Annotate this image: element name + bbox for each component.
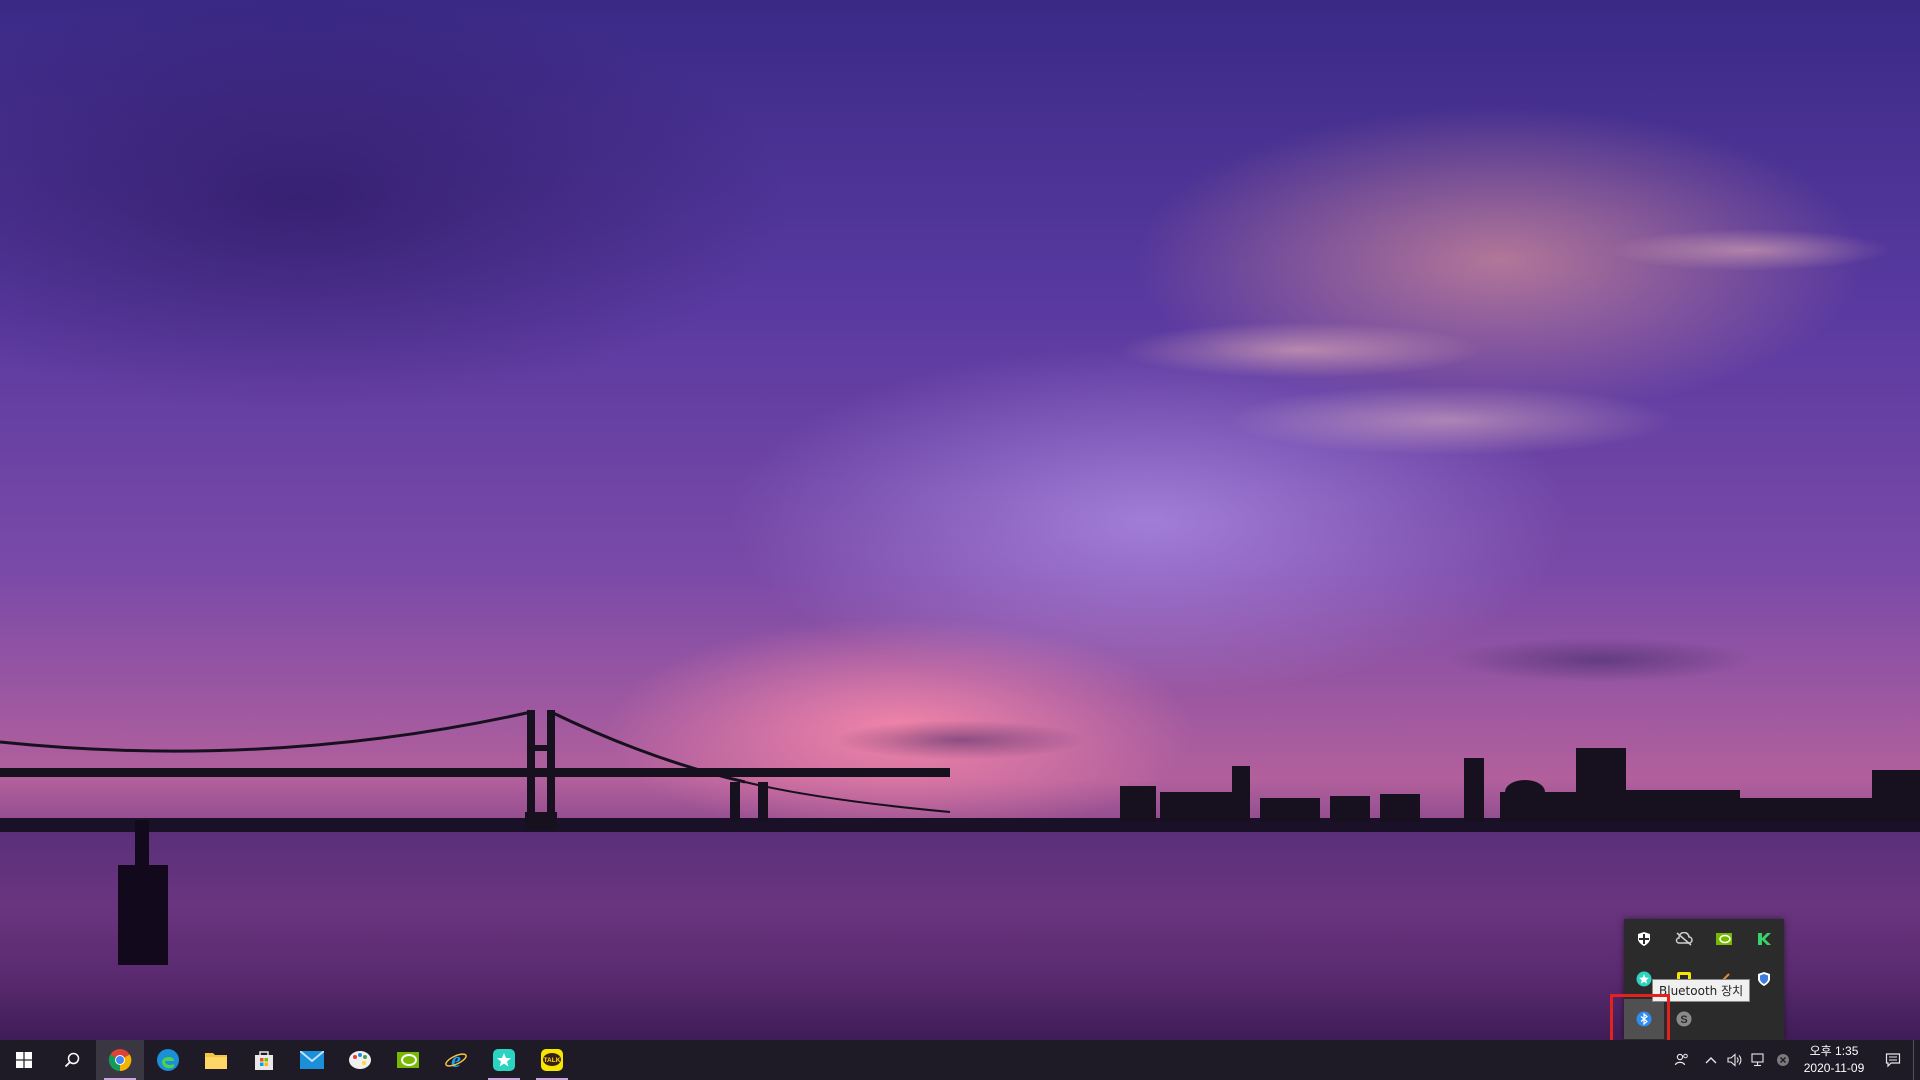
mail-icon xyxy=(300,1051,324,1069)
chrome-icon xyxy=(108,1049,132,1072)
kakaotalk-label: TALK xyxy=(544,1057,561,1064)
kaspersky-k-icon[interactable] xyxy=(1744,919,1784,959)
taskbar-app-internet-explorer[interactable]: e xyxy=(432,1040,480,1080)
taskbar-app-kakaotalk[interactable]: TALK xyxy=(528,1040,576,1080)
taskbar-app-chrome[interactable] xyxy=(96,1040,144,1080)
taskbar-app-star[interactable] xyxy=(480,1040,528,1080)
windows-logo-icon xyxy=(16,1052,32,1068)
taskbar-app-nvidia[interactable] xyxy=(384,1040,432,1080)
taskbar: e TALK 오후 1:35 2020-11-09 xyxy=(0,1040,1920,1080)
action-center-button[interactable] xyxy=(1873,1040,1913,1080)
store-icon xyxy=(255,1051,273,1070)
s-app-icon[interactable]: S xyxy=(1664,999,1704,1039)
notification-icon xyxy=(1885,1053,1901,1068)
highlight-annotation xyxy=(1610,994,1670,1044)
palette-icon xyxy=(349,1051,371,1069)
s-app-label: S xyxy=(1680,1014,1687,1026)
folder-icon xyxy=(205,1053,227,1069)
network-error-button[interactable] xyxy=(1771,1040,1795,1080)
desktop-wallpaper xyxy=(0,0,1920,1040)
cloud-off-icon[interactable] xyxy=(1664,919,1704,959)
start-button[interactable] xyxy=(0,1040,48,1080)
clock-date: 2020-11-09 xyxy=(1803,1061,1865,1075)
volume-button[interactable] xyxy=(1723,1040,1747,1080)
ie-icon: e xyxy=(445,1048,467,1072)
chevron-up-icon xyxy=(1705,1057,1717,1064)
system-tray: 오후 1:35 2020-11-09 xyxy=(1665,1040,1920,1080)
taskbar-app-microsoft-store[interactable] xyxy=(240,1040,288,1080)
clock-time: 오후 1:35 xyxy=(1809,1044,1859,1058)
kakaotalk-icon: TALK xyxy=(541,1049,563,1071)
bridge-and-skyline xyxy=(0,710,1920,965)
people-icon xyxy=(1674,1053,1688,1066)
nvidia-icon[interactable] xyxy=(1704,919,1744,959)
taskbar-app-paint[interactable] xyxy=(336,1040,384,1080)
taskbar-app-file-explorer[interactable] xyxy=(192,1040,240,1080)
show-hidden-icons-button[interactable] xyxy=(1699,1040,1723,1080)
people-button[interactable] xyxy=(1665,1040,1699,1080)
taskbar-app-mail[interactable] xyxy=(288,1040,336,1080)
star-app-icon xyxy=(493,1049,515,1071)
speaker-icon xyxy=(1727,1053,1742,1067)
taskbar-clock[interactable]: 오후 1:35 2020-11-09 xyxy=(1795,1043,1873,1077)
network-button[interactable] xyxy=(1747,1040,1771,1080)
search-icon xyxy=(64,1052,80,1068)
show-desktop-button[interactable] xyxy=(1913,1040,1920,1080)
network-icon xyxy=(1751,1053,1764,1067)
search-button[interactable] xyxy=(48,1040,96,1080)
nvidia-icon xyxy=(397,1052,419,1068)
defender-icon[interactable] xyxy=(1624,919,1664,959)
x-circle-icon xyxy=(1777,1054,1789,1066)
taskbar-app-edge[interactable] xyxy=(144,1040,192,1080)
svg-text:e: e xyxy=(451,1048,461,1072)
edge-icon xyxy=(157,1049,179,1071)
